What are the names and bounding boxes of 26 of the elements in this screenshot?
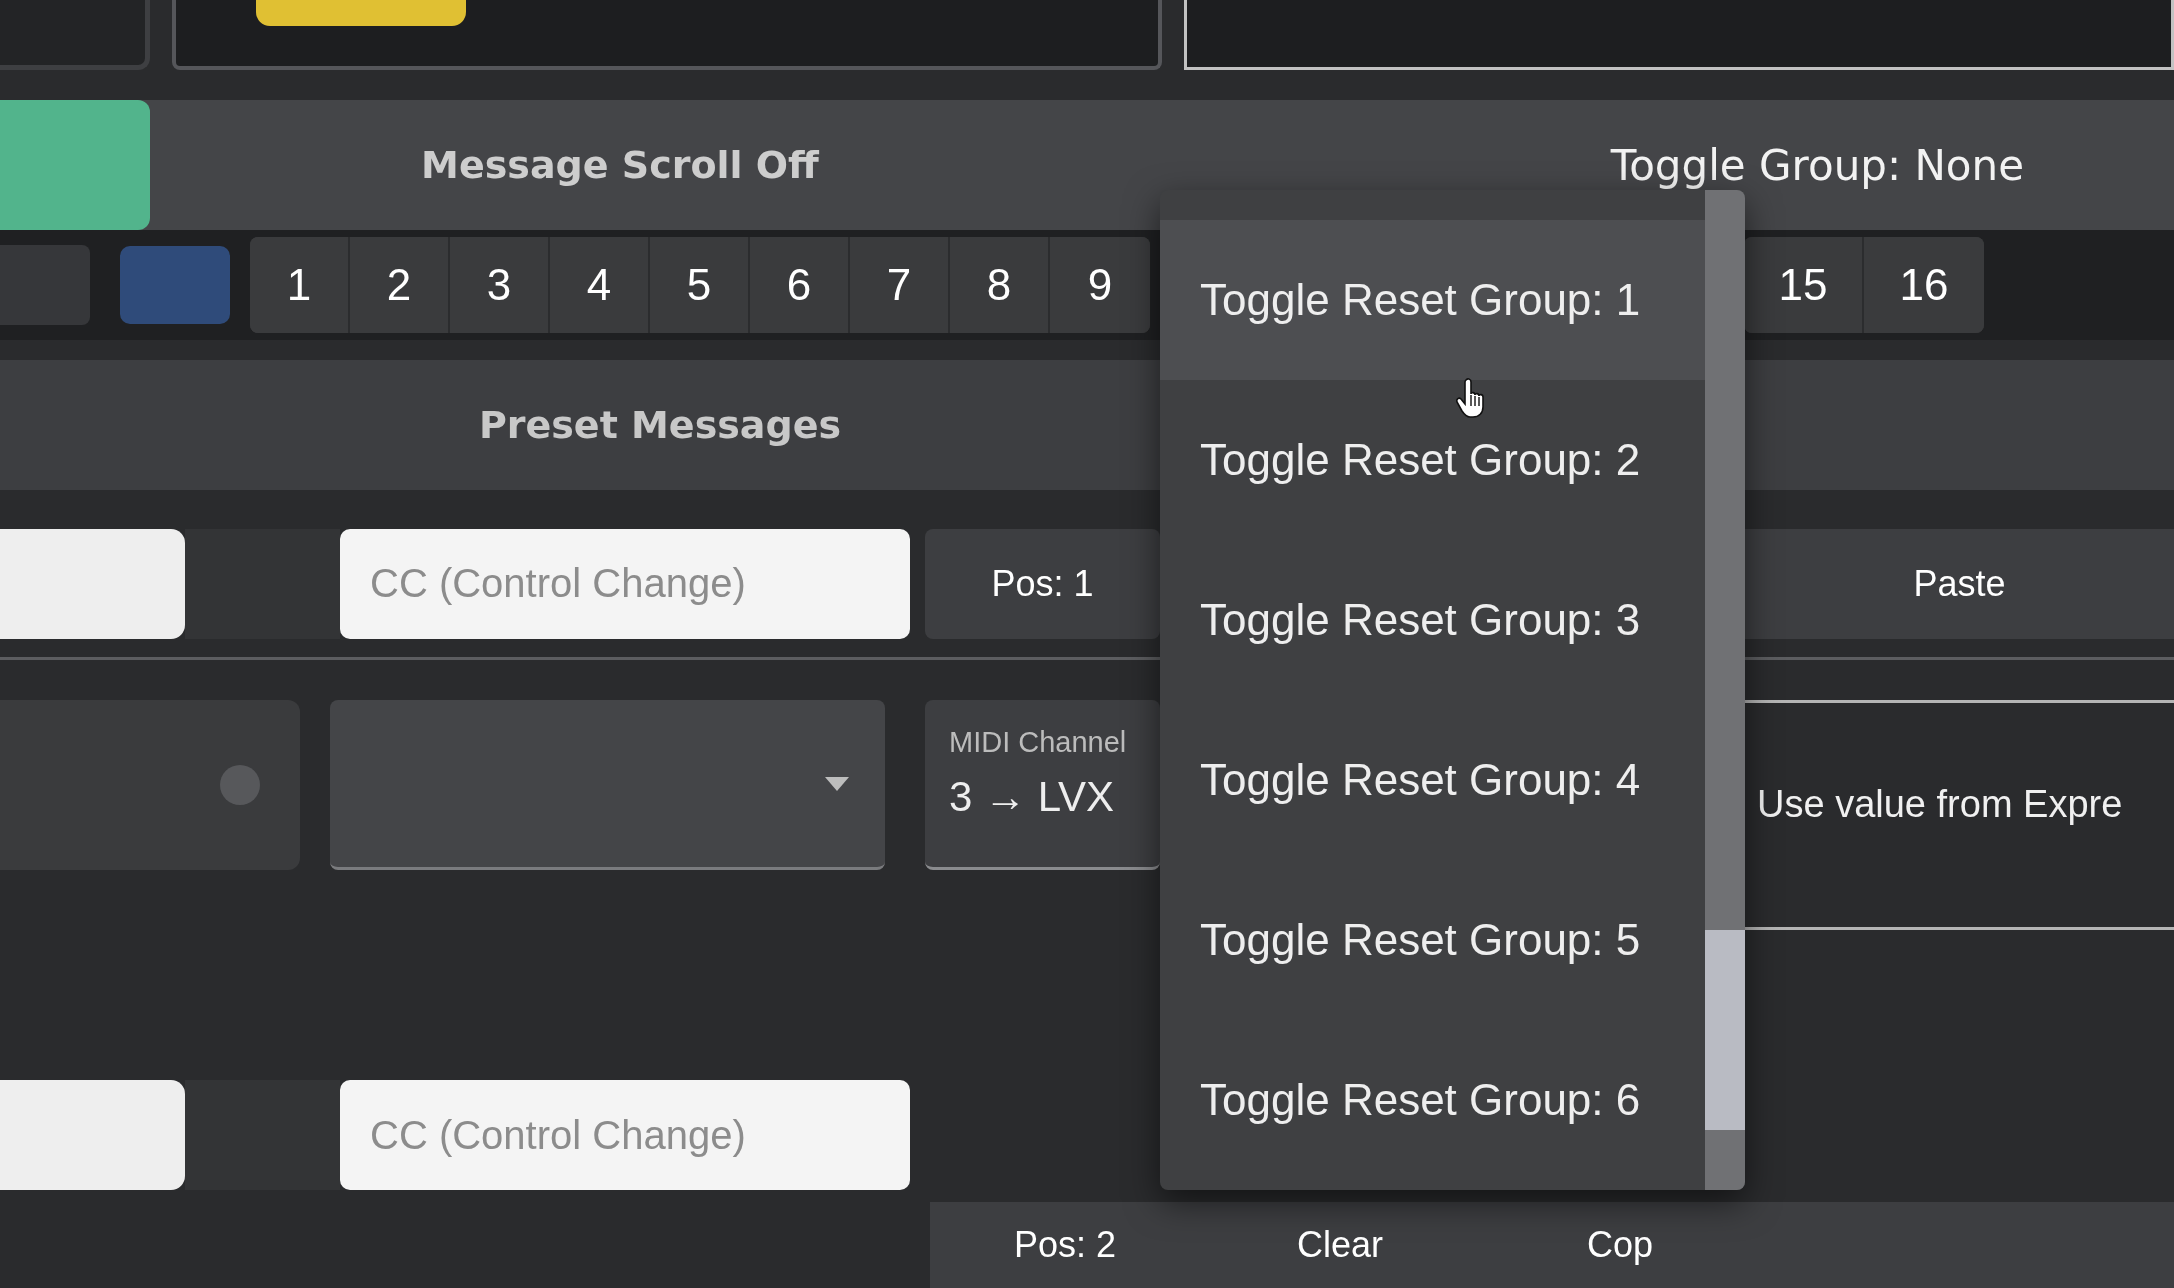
- position-button[interactable]: Pos: 1: [925, 528, 1160, 639]
- input-field[interactable]: [0, 1080, 185, 1190]
- scrollbar-thumb[interactable]: [1705, 930, 1745, 1130]
- section-title: Preset Messages: [477, 403, 843, 447]
- channel-button[interactable]: 15: [1744, 237, 1864, 333]
- midi-channel-field[interactable]: MIDI Channel 3 → LVX: [925, 700, 1160, 870]
- menu-item[interactable]: Toggle Reset Group: 2: [1160, 380, 1705, 540]
- action-button[interactable]: Paste: [1745, 528, 2174, 639]
- menu-item[interactable]: Toggle Reset Group: 3: [1160, 540, 1705, 700]
- circle-icon: [220, 765, 260, 805]
- menu-item[interactable]: Toggle Reset Group: 1: [1160, 220, 1705, 380]
- toggle-group-dropdown[interactable]: Toggle Group: None: [1610, 140, 2024, 190]
- section-title: Message Scroll Off: [420, 143, 820, 187]
- field-value: 3 → LVX: [949, 773, 1115, 821]
- option-label: Use value from Expre: [1757, 783, 2123, 825]
- menu-item[interactable]: Toggle Reset Group: 6: [1160, 1020, 1705, 1180]
- field-label: MIDI Channel: [949, 726, 1128, 759]
- caret-icon: [825, 776, 849, 791]
- pad-button[interactable]: [256, 0, 466, 26]
- scrollbar[interactable]: [1705, 190, 1745, 1190]
- menu-item[interactable]: Toggle Reset Group: 5: [1160, 860, 1705, 1020]
- select-field[interactable]: [330, 700, 885, 870]
- channel-button[interactable]: 1: [250, 237, 350, 333]
- menu-item[interactable]: Toggle Reset Group: 4: [1160, 700, 1705, 860]
- input-field[interactable]: [0, 528, 185, 639]
- mode-button[interactable]: [120, 246, 230, 324]
